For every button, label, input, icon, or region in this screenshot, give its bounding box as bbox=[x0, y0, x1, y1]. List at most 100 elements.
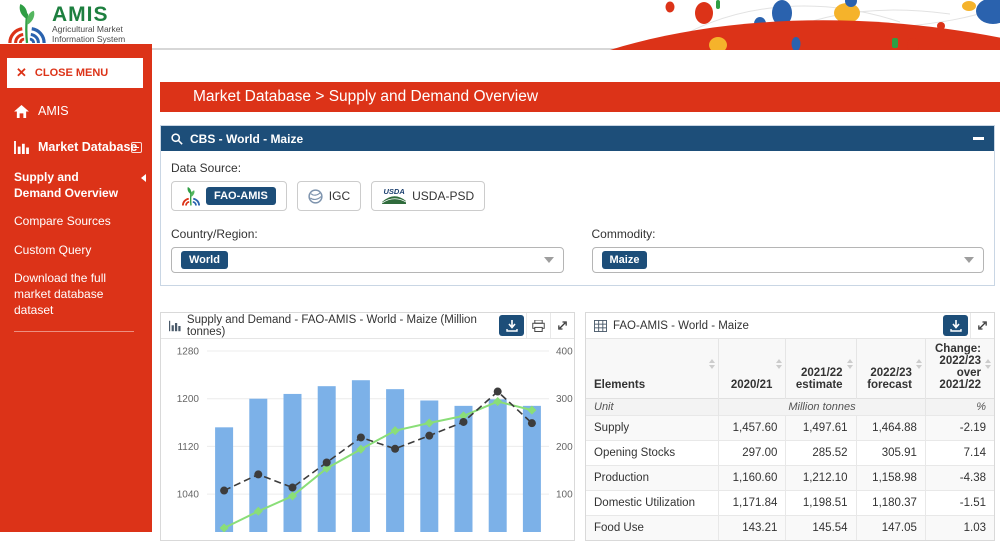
unit-percent: % bbox=[925, 399, 994, 416]
source-button-fao-amis[interactable]: FAO-AMIS bbox=[171, 181, 287, 211]
change-cell: -1.51 bbox=[925, 491, 994, 516]
svg-text:1040: 1040 bbox=[177, 490, 200, 501]
value-cell: 143.21 bbox=[719, 516, 786, 541]
chevron-down-icon bbox=[964, 257, 974, 263]
table-panel: FAO-AMIS - World - Maize bbox=[585, 312, 995, 541]
table-row: Domestic Utilization 1,171.84 1,198.51 1… bbox=[586, 491, 994, 516]
element-cell: Domestic Utilization bbox=[586, 491, 719, 516]
amis-logo-icon bbox=[8, 3, 46, 45]
sort-icon bbox=[847, 359, 853, 369]
column-header-change[interactable]: Change: 2022/23 over 2021/22 bbox=[925, 339, 994, 399]
download-chart-button[interactable] bbox=[499, 315, 524, 336]
value-cell: 1,171.84 bbox=[719, 491, 786, 516]
chart-panel-title: Supply and Demand - FAO-AMIS - World - M… bbox=[187, 314, 491, 338]
svg-text:1120: 1120 bbox=[177, 442, 199, 453]
caret-left-icon bbox=[141, 174, 146, 182]
commodity-select[interactable]: Maize bbox=[592, 247, 985, 273]
column-header-2021-22-estimate[interactable]: 2021/22 estimate bbox=[786, 339, 856, 399]
value-cell: 285.52 bbox=[786, 441, 856, 466]
bar-chart-icon bbox=[14, 141, 29, 154]
sidebar-item-label: AMIS bbox=[38, 104, 69, 118]
usda-logo-icon: USDA bbox=[382, 188, 406, 205]
sidebar-divider bbox=[14, 331, 134, 332]
header-decoration bbox=[600, 0, 1000, 50]
sidebar-item-market-database[interactable]: Market Database bbox=[0, 118, 152, 154]
close-icon: ✕ bbox=[16, 65, 27, 81]
column-header-elements[interactable]: Elements bbox=[586, 339, 719, 399]
value-cell: 1,497.61 bbox=[786, 416, 856, 441]
supply-demand-chart: 1280120011201040400300200100 bbox=[161, 339, 574, 532]
table-row: Production 1,160.60 1,212.10 1,158.98 -4… bbox=[586, 466, 994, 491]
cbs-panel-title: CBS - World - Maize bbox=[190, 132, 303, 146]
change-cell: -2.19 bbox=[925, 416, 994, 441]
chart-panel-header: Supply and Demand - FAO-AMIS - World - M… bbox=[161, 313, 574, 339]
close-menu-button[interactable]: ✕ CLOSE MENU bbox=[7, 58, 143, 88]
change-cell: 1.03 bbox=[925, 516, 994, 541]
sidebar-item-compare-sources[interactable]: Compare Sources bbox=[14, 214, 138, 230]
value-cell: 1,180.37 bbox=[856, 491, 925, 516]
column-header-2022-23-forecast[interactable]: 2022/23 forecast bbox=[856, 339, 925, 399]
sidebar-item-download-dataset[interactable]: Download the full market database datase… bbox=[14, 271, 138, 318]
expand-table-button[interactable] bbox=[970, 313, 994, 338]
top-header: AMIS Agricultural Market Information Sys… bbox=[0, 0, 1000, 50]
bar-chart-icon bbox=[169, 320, 181, 332]
column-header-2020-21[interactable]: 2020/21 bbox=[719, 339, 786, 399]
sidebar-item-custom-query[interactable]: Custom Query bbox=[14, 243, 138, 259]
country-region-select[interactable]: World bbox=[171, 247, 564, 273]
source-label-fao-amis: FAO-AMIS bbox=[206, 187, 276, 205]
value-cell: 147.05 bbox=[856, 516, 925, 541]
main-content: Market Database > Supply and Demand Over… bbox=[152, 50, 1000, 532]
value-cell: 305.91 bbox=[856, 441, 925, 466]
svg-text:200: 200 bbox=[556, 442, 573, 453]
logo-title: AMIS bbox=[52, 4, 125, 25]
print-chart-button[interactable] bbox=[526, 313, 550, 338]
download-icon bbox=[950, 320, 962, 332]
source-label-usda-psd: USDA-PSD bbox=[412, 189, 474, 203]
collapse-panel-icon[interactable] bbox=[973, 137, 984, 140]
home-icon bbox=[14, 105, 29, 118]
source-button-usda-psd[interactable]: USDA USDA-PSD bbox=[371, 181, 485, 211]
sidebar-item-supply-and-demand-overview[interactable]: Supply and Demand Overview bbox=[14, 170, 138, 201]
svg-text:1280: 1280 bbox=[177, 347, 200, 358]
source-button-igc[interactable]: IGC bbox=[297, 181, 361, 211]
table-row: Food Use 143.21 145.54 147.05 1.03 bbox=[586, 516, 994, 541]
cbs-filter-panel: CBS - World - Maize Data Source: FAO-A bbox=[160, 125, 995, 286]
sort-icon bbox=[776, 359, 782, 369]
sidebar: ✕ CLOSE MENU AMIS Market Database Supply… bbox=[0, 44, 152, 532]
unit-value: Million tonnes bbox=[719, 399, 926, 416]
download-icon bbox=[506, 320, 518, 332]
value-cell: 1,160.60 bbox=[719, 466, 786, 491]
country-region-label: Country/Region: bbox=[171, 227, 564, 241]
table-row: Opening Stocks 297.00 285.52 305.91 7.14 bbox=[586, 441, 994, 466]
expand-icon bbox=[557, 320, 568, 331]
chevron-down-icon bbox=[544, 257, 554, 263]
country-selected-tag: World bbox=[181, 251, 228, 269]
unit-label: Unit bbox=[586, 399, 719, 416]
table-panel-title: FAO-AMIS - World - Maize bbox=[613, 320, 749, 332]
value-cell: 1,212.10 bbox=[786, 466, 856, 491]
sidebar-item-amis[interactable]: AMIS bbox=[0, 92, 152, 118]
change-cell: 7.14 bbox=[925, 441, 994, 466]
element-cell: Opening Stocks bbox=[586, 441, 719, 466]
logo-subtitle-2: Information System bbox=[52, 35, 125, 45]
supply-demand-table: Elements 2020/21 2021/22 estimate 2 bbox=[586, 339, 994, 540]
amis-logo: AMIS Agricultural Market Information Sys… bbox=[8, 3, 125, 45]
collapse-minus-icon[interactable] bbox=[131, 142, 142, 153]
print-icon bbox=[532, 320, 545, 332]
change-cell: -4.38 bbox=[925, 466, 994, 491]
cbs-panel-header: CBS - World - Maize bbox=[161, 126, 994, 151]
search-icon bbox=[171, 133, 183, 145]
close-menu-label: CLOSE MENU bbox=[35, 67, 108, 79]
value-cell: 1,464.88 bbox=[856, 416, 925, 441]
download-table-button[interactable] bbox=[943, 315, 968, 336]
sidebar-submenu: Supply and Demand Overview Compare Sourc… bbox=[0, 154, 152, 332]
data-source-label: Data Source: bbox=[171, 161, 984, 175]
expand-chart-button[interactable] bbox=[550, 313, 574, 338]
sort-icon bbox=[985, 359, 991, 369]
sidebar-item-label: Supply and Demand Overview bbox=[14, 170, 118, 200]
commodity-label: Commodity: bbox=[592, 227, 985, 241]
sort-icon bbox=[916, 359, 922, 369]
svg-text:300: 300 bbox=[556, 394, 573, 405]
table-icon bbox=[594, 320, 607, 332]
value-cell: 1,158.98 bbox=[856, 466, 925, 491]
